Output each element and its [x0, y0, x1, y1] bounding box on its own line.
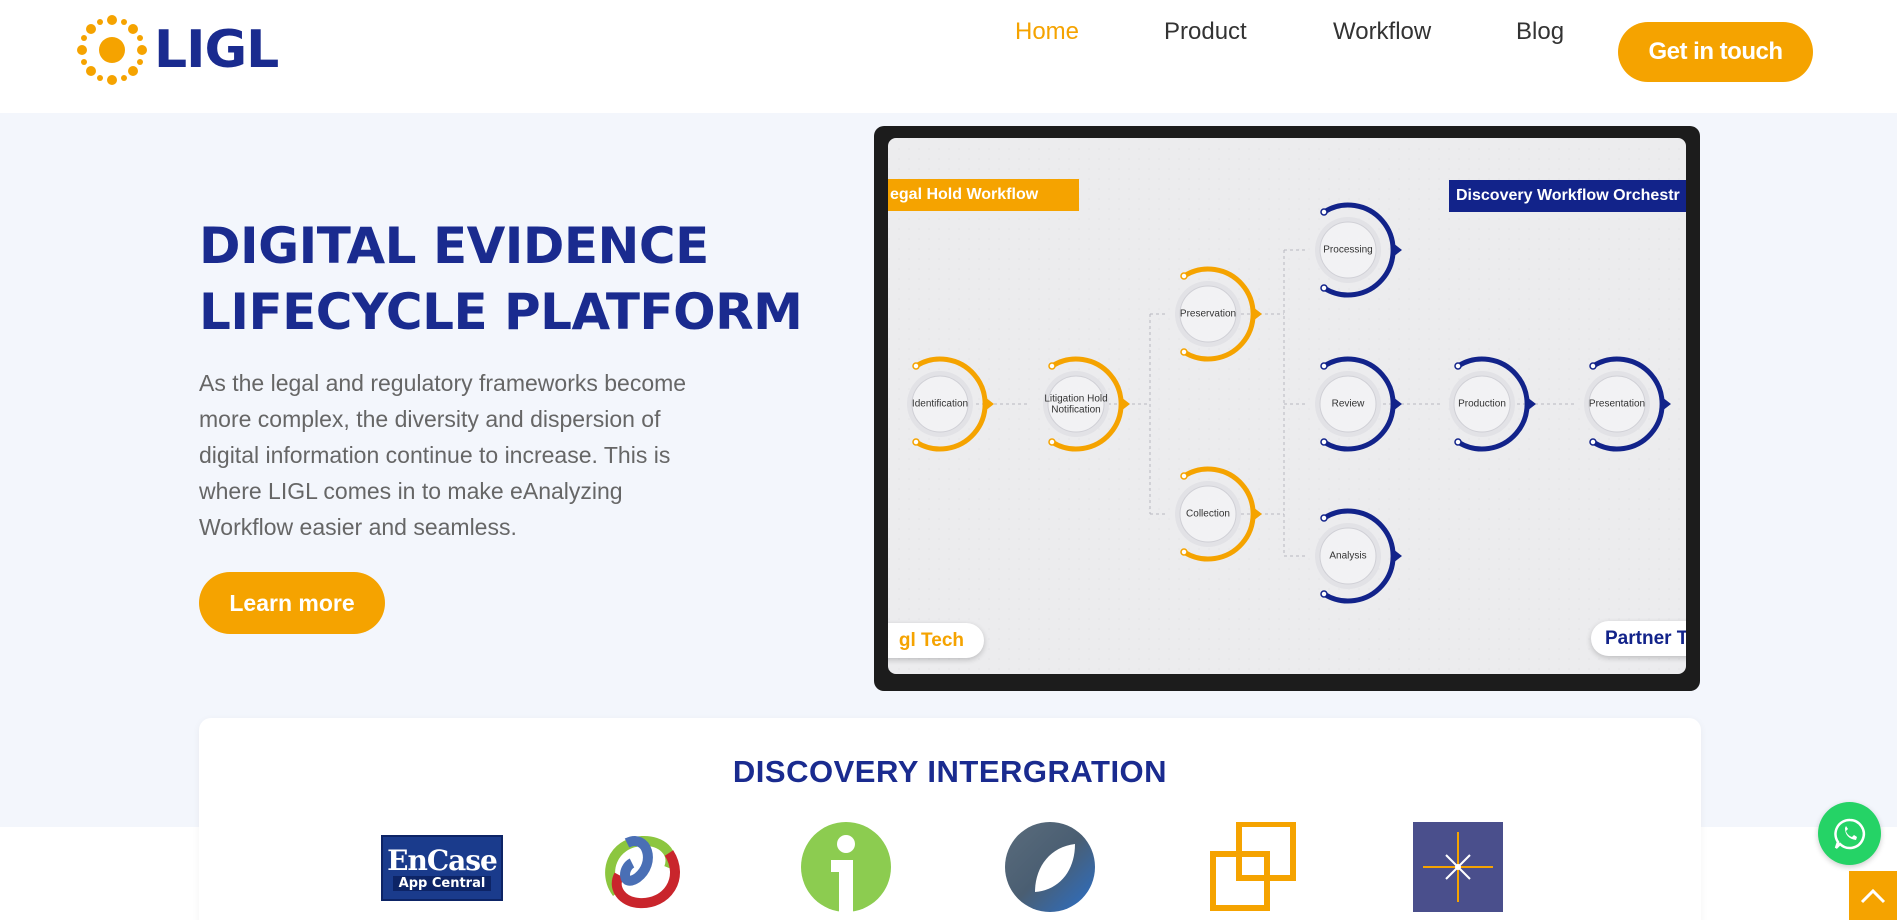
whatsapp-chat-button[interactable]: [1818, 802, 1881, 865]
node-label-collection: Collection: [1186, 508, 1230, 520]
device-frame: Identification Litigation Hold Notificat…: [874, 126, 1700, 691]
node-label-review: Review: [1331, 398, 1365, 410]
legal-hold-workflow-tag: egal Hold Workflow: [888, 179, 1079, 211]
workflow-diagram: Identification Litigation Hold Notificat…: [888, 138, 1686, 674]
swirl-icon: [605, 836, 680, 909]
star-node-logo[interactable]: [1413, 822, 1503, 917]
chevron-up-icon: [1860, 888, 1886, 903]
whatsapp-icon: [1833, 818, 1865, 849]
workflow-connectors: [888, 138, 1686, 674]
node-label-analysis: Analysis: [1329, 550, 1367, 562]
swirl-logo[interactable]: [597, 823, 687, 918]
squares-icon: [1210, 821, 1296, 911]
encase-subtitle: App Central: [392, 875, 492, 891]
ligl-tech-pill: gl Tech: [888, 623, 984, 658]
leaf-circle-icon: [1005, 822, 1095, 912]
nav-blog[interactable]: Blog: [1516, 18, 1564, 46]
node-label-preservation: Preservation: [1179, 308, 1237, 320]
encase-app-central-logo[interactable]: EnCase App Central: [381, 835, 503, 901]
discovery-integration-card: DISCOVERY INTERGRATION EnCase App Centra…: [199, 718, 1701, 920]
node-label-production: Production: [1458, 398, 1506, 410]
hero-title-line2: LIFECYCLE PLATFORM: [199, 283, 803, 341]
squares-logo[interactable]: [1209, 821, 1299, 917]
brand-name: LIGL: [154, 20, 279, 80]
ligl-logo[interactable]: LIGL: [74, 12, 279, 88]
sun-logo-icon: [77, 15, 147, 85]
node-label-processing: Processing: [1323, 244, 1373, 256]
hero-title-line1: DIGITAL EVIDENCE: [199, 217, 709, 275]
scroll-to-top-button[interactable]: [1849, 871, 1897, 920]
nav-workflow[interactable]: Workflow: [1333, 18, 1431, 46]
node-label-litigation-1: Litigation Hold: [1044, 393, 1108, 405]
hero-title: DIGITAL EVIDENCE LIFECYCLE PLATFORM: [199, 213, 839, 345]
star-node-icon: [1413, 822, 1503, 912]
info-i-logo[interactable]: [801, 822, 891, 917]
leaf-circle-logo[interactable]: [1005, 822, 1095, 917]
node-label-presentation: Presentation: [1588, 398, 1646, 410]
get-in-touch-button[interactable]: Get in touch: [1618, 22, 1813, 82]
info-i-icon: [801, 822, 891, 912]
node-label-litigation-2: Notification: [1051, 404, 1101, 416]
learn-more-button[interactable]: Learn more: [199, 572, 385, 634]
discovery-workflow-tag: Discovery Workflow Orchestr: [1449, 180, 1686, 212]
hero-description: As the legal and regulatory frameworks b…: [199, 370, 687, 540]
integration-title: DISCOVERY INTERGRATION: [732, 754, 1168, 789]
site-header: LIGL Home Product Workflow Blog Get in t…: [0, 0, 1897, 113]
node-label-identification: Identification: [911, 398, 969, 410]
partner-tech-pill: Partner T: [1591, 621, 1686, 656]
nav-product[interactable]: Product: [1164, 18, 1247, 46]
encase-wordmark: EnCase: [387, 843, 498, 877]
nav-home[interactable]: Home: [1015, 18, 1079, 46]
